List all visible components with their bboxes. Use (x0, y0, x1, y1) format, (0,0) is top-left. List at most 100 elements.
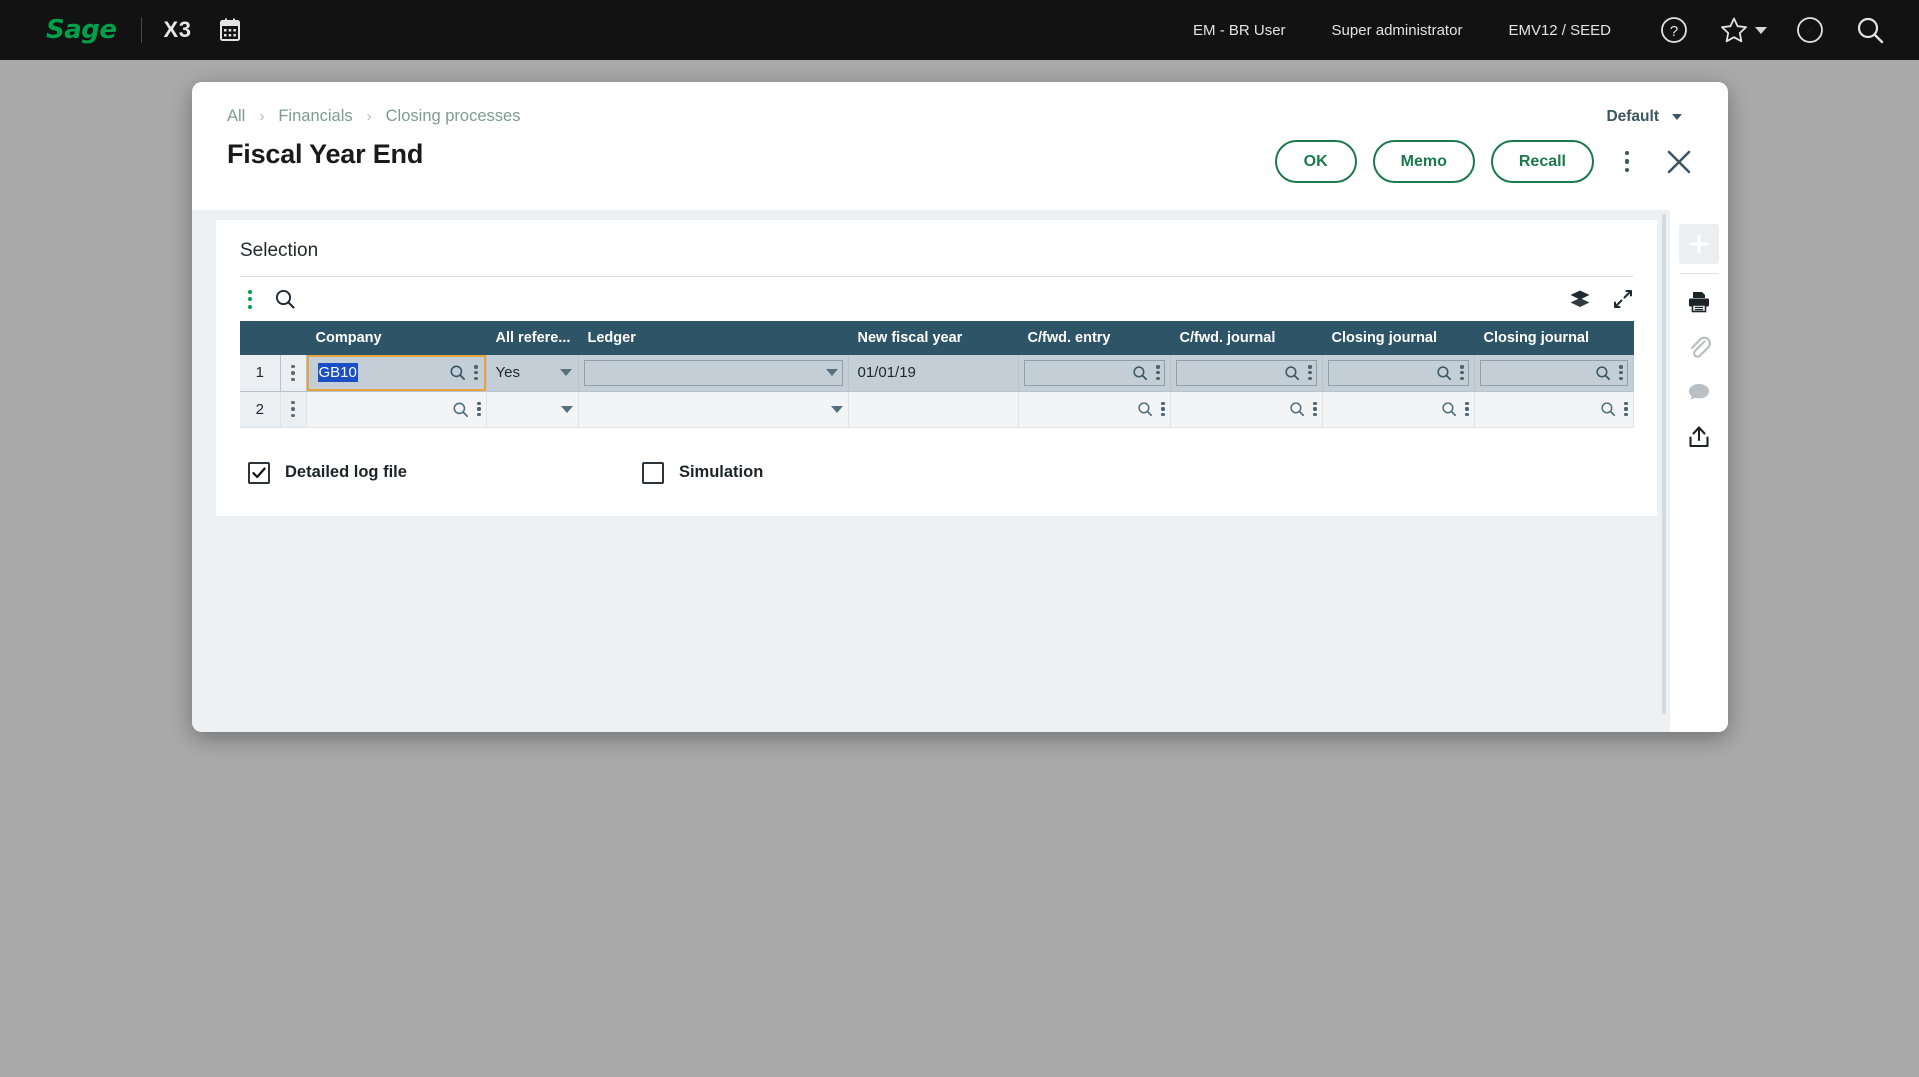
grid-header-new-fiscal-year[interactable]: New fiscal year (848, 321, 1019, 355)
user-entity-label[interactable]: EM - BR User (1193, 22, 1286, 39)
grid-header-closing-journal-2[interactable]: Closing journal (1474, 321, 1634, 355)
lookup-search-icon[interactable] (1600, 401, 1616, 417)
lookup-search-icon[interactable] (1284, 365, 1300, 381)
grid-header-cfwd-journal[interactable]: C/fwd. journal (1170, 321, 1323, 355)
environment-label[interactable]: EMV12 / SEED (1508, 22, 1611, 39)
x3-product-logo[interactable]: X3 (164, 17, 192, 43)
recall-button[interactable]: Recall (1490, 140, 1594, 183)
cell-cfwd-entry[interactable] (1018, 391, 1171, 428)
cell-actions-icon[interactable] (1156, 365, 1160, 381)
cell-new-fiscal-year[interactable]: 01/01/19 (848, 355, 1019, 392)
cell-actions-icon[interactable] (1308, 365, 1312, 381)
cell-all-reference[interactable] (486, 391, 579, 428)
user-role-label[interactable]: Super administrator (1332, 22, 1463, 39)
content-scrollbar[interactable] (1662, 214, 1666, 714)
closing-journal-1-input[interactable] (1327, 359, 1469, 386)
breadcrumb-item-all[interactable]: All (227, 107, 245, 126)
grid-header-ledger[interactable]: Ledger (578, 321, 849, 355)
attachment-icon[interactable] (1679, 327, 1719, 367)
grid-header-closing-journal-1[interactable]: Closing journal (1322, 321, 1475, 355)
lookup-search-icon[interactable] (1595, 365, 1611, 381)
ledger-select[interactable] (583, 359, 843, 386)
layers-icon[interactable] (1569, 289, 1591, 309)
closing-journal-1-input[interactable] (1323, 392, 1474, 427)
grid-search-icon[interactable] (274, 288, 296, 310)
ok-button[interactable]: OK (1274, 140, 1357, 183)
simulation-checkbox[interactable]: Simulation (641, 461, 763, 484)
cfwd-entry-input[interactable] (1023, 359, 1165, 386)
favorites-star-icon[interactable] (1717, 13, 1751, 47)
cell-cfwd-journal[interactable] (1170, 355, 1323, 392)
cell-ledger[interactable] (578, 355, 849, 392)
cell-company[interactable]: GB10 (306, 355, 487, 392)
grid-options-icon[interactable] (248, 289, 252, 309)
row-menu-icon[interactable] (280, 391, 307, 428)
all-reference-select[interactable]: Yes (487, 355, 578, 391)
lookup-search-icon[interactable] (449, 364, 466, 381)
cell-company[interactable] (306, 391, 487, 428)
chevron-down-icon[interactable] (559, 369, 572, 377)
grid-header-company[interactable]: Company (306, 321, 487, 355)
cell-cfwd-entry[interactable] (1018, 355, 1171, 392)
add-icon[interactable] (1679, 224, 1719, 264)
cfwd-entry-input[interactable] (1019, 392, 1170, 427)
all-reference-select[interactable] (487, 392, 578, 427)
table-row[interactable]: 2 (240, 391, 1634, 428)
cell-actions-icon[interactable] (477, 401, 481, 417)
checkbox-box-checked[interactable] (248, 461, 270, 484)
chevron-down-icon[interactable] (1755, 26, 1767, 34)
cell-new-fiscal-year[interactable] (848, 391, 1019, 428)
closing-journal-2-input[interactable] (1479, 359, 1628, 386)
new-fiscal-year-input[interactable] (849, 392, 1018, 427)
detailed-log-file-checkbox[interactable]: Detailed log file (248, 461, 407, 484)
calendar-icon[interactable] (219, 18, 241, 42)
more-options-icon[interactable] (1610, 143, 1644, 181)
search-icon[interactable] (1853, 13, 1887, 47)
cell-cfwd-journal[interactable] (1170, 391, 1323, 428)
cell-actions-icon[interactable] (1624, 401, 1628, 417)
grid-header-all-reference[interactable]: All refere... (486, 321, 579, 355)
closing-journal-2-input[interactable] (1475, 392, 1633, 427)
lookup-search-icon[interactable] (1289, 401, 1305, 417)
cell-all-reference[interactable]: Yes (486, 355, 579, 392)
help-icon[interactable]: ? (1657, 13, 1691, 47)
print-icon[interactable] (1679, 282, 1719, 322)
cell-closing-journal-2[interactable] (1474, 391, 1634, 428)
breadcrumb-item-closing-processes[interactable]: Closing processes (386, 107, 521, 126)
cell-actions-icon[interactable] (1161, 401, 1165, 417)
sage-logo[interactable]: Sage (46, 17, 117, 43)
share-icon[interactable] (1679, 417, 1719, 457)
cell-actions-icon[interactable] (474, 365, 478, 381)
breadcrumb-item-financials[interactable]: Financials (278, 107, 352, 126)
cfwd-journal-input[interactable] (1175, 359, 1317, 386)
lookup-search-icon[interactable] (1441, 401, 1457, 417)
lookup-search-icon[interactable] (452, 401, 469, 418)
ledger-select[interactable] (579, 392, 848, 427)
lookup-search-icon[interactable] (1132, 365, 1148, 381)
lookup-search-icon[interactable] (1436, 365, 1452, 381)
grid-header-cfwd-entry[interactable]: C/fwd. entry (1018, 321, 1171, 355)
chevron-down-icon[interactable] (560, 405, 573, 413)
company-input-wrapper[interactable] (307, 392, 486, 427)
compass-icon[interactable] (1793, 13, 1827, 47)
cell-actions-icon[interactable] (1465, 401, 1469, 417)
cell-actions-icon[interactable] (1460, 365, 1464, 381)
cell-actions-icon[interactable] (1313, 401, 1317, 417)
cell-actions-icon[interactable] (1619, 365, 1623, 381)
new-fiscal-year-input[interactable]: 01/01/19 (849, 355, 1018, 391)
cell-closing-journal-1[interactable] (1322, 355, 1475, 392)
cfwd-journal-input[interactable] (1171, 392, 1322, 427)
chevron-down-icon[interactable] (825, 369, 838, 377)
expand-icon[interactable] (1613, 289, 1633, 309)
row-menu-icon[interactable] (280, 355, 307, 392)
company-input-wrapper[interactable]: GB10 (306, 355, 486, 391)
table-row[interactable]: 1 GB10 Yes 01/01/19 (240, 355, 1634, 392)
cell-ledger[interactable] (578, 391, 849, 428)
default-view-selector[interactable]: Default (1606, 108, 1682, 126)
lookup-search-icon[interactable] (1137, 401, 1153, 417)
memo-button[interactable]: Memo (1372, 140, 1475, 183)
cell-closing-journal-1[interactable] (1322, 391, 1475, 428)
checkbox-box-unchecked[interactable] (641, 461, 664, 484)
comment-icon[interactable] (1679, 372, 1719, 412)
chevron-down-icon[interactable] (830, 405, 843, 413)
